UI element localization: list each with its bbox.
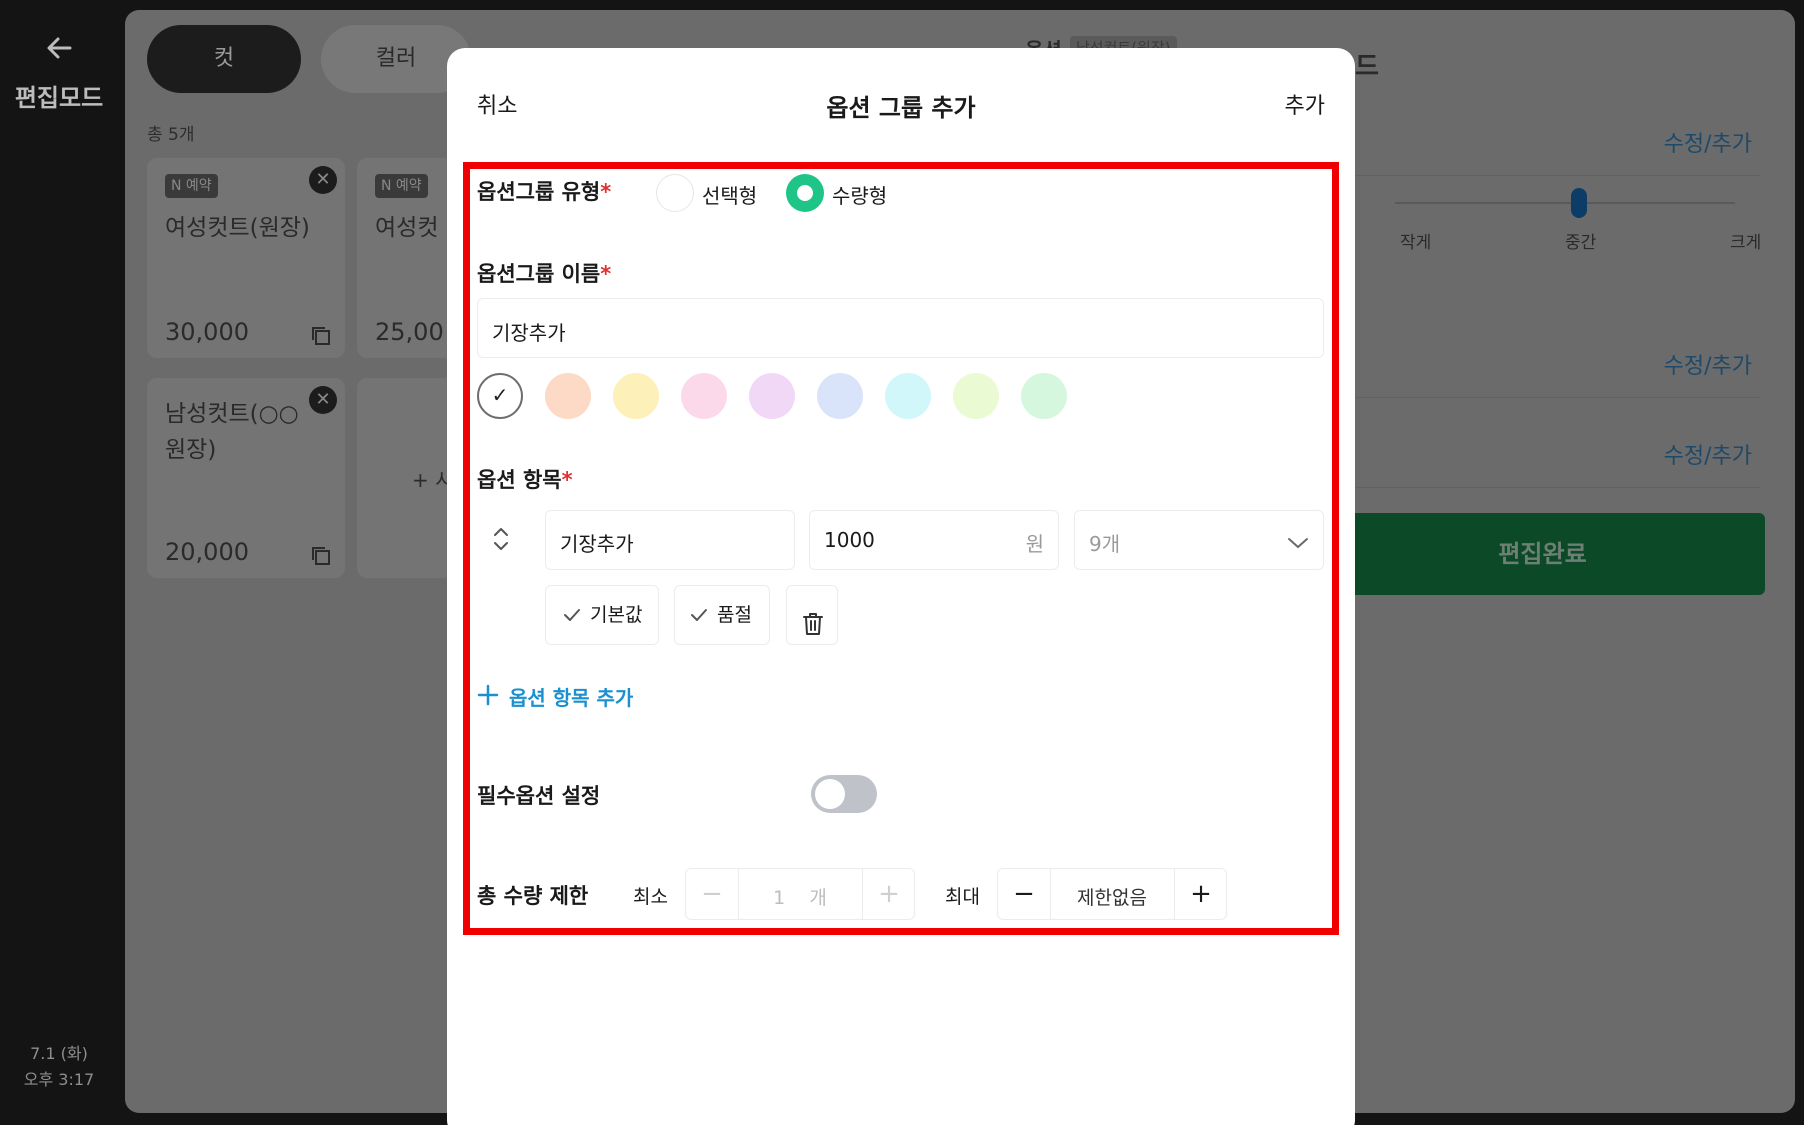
soldout-label: 품절: [717, 604, 752, 626]
max-stepper[interactable]: − 제한없음 +: [997, 868, 1227, 920]
quantity-value: 9개: [1089, 532, 1121, 556]
color-swatch[interactable]: [817, 373, 863, 419]
price-unit: 원: [1025, 532, 1044, 556]
option-item-price-value: 1000: [824, 528, 875, 552]
naver-reserve-badge: N 예약: [165, 174, 218, 198]
service-card[interactable]: 남성컷트(○○ 원장) 20,000 ✕: [147, 378, 345, 578]
group-type-label: 옵션그룹 유형*: [477, 176, 611, 206]
max-value[interactable]: 제한없음: [1050, 883, 1174, 910]
minus-icon[interactable]: −: [998, 869, 1050, 919]
required-option-toggle[interactable]: [811, 775, 877, 813]
naver-reserve-badge: N 예약: [375, 174, 428, 198]
add-option-item-label: 옵션 항목 추가: [509, 686, 634, 710]
required-mark: *: [561, 468, 573, 492]
color-swatch[interactable]: [545, 373, 591, 419]
min-value-unit: 개: [809, 887, 827, 909]
min-label: 최소: [633, 886, 668, 908]
plus-icon[interactable]: +: [1175, 869, 1227, 919]
group-name-input[interactable]: 기장추가: [477, 298, 1324, 358]
check-icon: [562, 586, 582, 667]
card-price: 20,000: [165, 538, 249, 566]
check-icon: [689, 586, 709, 667]
plus-icon: [477, 684, 499, 710]
default-value-toggle[interactable]: 기본값: [545, 585, 659, 645]
color-swatch[interactable]: [953, 373, 999, 419]
plus-icon[interactable]: +: [863, 869, 915, 919]
option-item-price-input[interactable]: 1000 원: [809, 510, 1059, 570]
option-group-modal: 취소 옵션 그룹 추가 추가 옵션그룹 유형* 선택형 수량형 옵션그룹 이름*…: [447, 48, 1355, 1125]
trash-icon: [801, 602, 825, 660]
minus-icon[interactable]: −: [686, 869, 738, 919]
card-name: 여성컷트(원장): [165, 215, 310, 241]
max-label: 최대: [945, 886, 980, 908]
option-items-label-text: 옵션 항목: [477, 468, 562, 492]
radio-quantity-type[interactable]: [786, 174, 824, 212]
close-icon[interactable]: ✕: [309, 166, 337, 194]
close-icon[interactable]: ✕: [309, 386, 337, 414]
default-value-label: 기본값: [590, 604, 643, 626]
copy-icon[interactable]: [311, 326, 331, 346]
tab-cut[interactable]: 컷: [147, 25, 301, 93]
item-count: 총 5개: [147, 125, 195, 145]
group-type-label-text: 옵션그룹 유형: [477, 180, 601, 204]
panel-row: 룹 수정/추가: [1320, 328, 1760, 398]
min-value[interactable]: 1 개: [738, 883, 862, 910]
radio-select-type-label[interactable]: 선택형: [702, 180, 757, 209]
size-slider-track[interactable]: [1395, 202, 1735, 204]
min-stepper[interactable]: − 1 개 +: [685, 868, 915, 920]
radio-quantity-type-label[interactable]: 수량형: [832, 180, 887, 209]
copy-icon[interactable]: [311, 546, 331, 566]
soldout-toggle[interactable]: 품절: [674, 585, 770, 645]
reorder-handle-icon[interactable]: [491, 524, 511, 554]
required-mark: *: [600, 180, 612, 204]
size-label-large: 크게: [1730, 233, 1762, 253]
card-name: 여성컷: [375, 215, 439, 241]
size-label-small: 작게: [1400, 233, 1432, 253]
color-swatch[interactable]: [681, 373, 727, 419]
card-price: 30,000: [165, 318, 249, 346]
size-label-medium: 중간: [1565, 233, 1597, 253]
panel-row: 수정/추가: [1320, 418, 1760, 488]
option-item-name-input[interactable]: 기장추가: [545, 510, 795, 570]
modal-title: 옵션 그룹 추가: [826, 94, 976, 122]
group-name-label: 옵션그룹 이름*: [477, 258, 611, 288]
service-card[interactable]: N 예약 여성컷트(원장) 30,000 ✕: [147, 158, 345, 358]
color-swatch[interactable]: [749, 373, 795, 419]
time-label: 오후 3:17: [23, 1070, 95, 1089]
delete-item-button[interactable]: [786, 585, 838, 645]
add-button[interactable]: 추가: [1285, 88, 1325, 120]
edit-add-link[interactable]: 수정/추가: [1664, 126, 1752, 158]
color-swatch[interactable]: [1021, 373, 1067, 419]
group-name-label-text: 옵션그룹 이름: [477, 262, 601, 286]
color-swatch[interactable]: [885, 373, 931, 419]
radio-select-type[interactable]: [656, 174, 694, 212]
total-limit-label: 총 수량 제한: [477, 884, 589, 908]
left-rail: 편집모드 7.1 (화) 오후 3:17: [0, 0, 125, 1125]
panel-title-partial: 드: [1355, 52, 1379, 82]
panel-row: 리 수정/추가: [1320, 106, 1760, 176]
edit-complete-button[interactable]: 편집완료: [1320, 513, 1765, 595]
edit-add-link[interactable]: 수정/추가: [1664, 438, 1752, 470]
option-item-quantity-select[interactable]: 9개: [1074, 510, 1324, 570]
chevron-down-icon: [1287, 531, 1309, 555]
edit-mode-label: 편집모드: [14, 84, 104, 112]
option-items-label: 옵션 항목*: [477, 464, 573, 494]
back-arrow-icon[interactable]: [40, 30, 80, 66]
required-mark: *: [600, 262, 612, 286]
color-swatch[interactable]: [477, 373, 523, 419]
card-price: 25,00: [375, 318, 444, 346]
color-swatch[interactable]: [613, 373, 659, 419]
edit-add-link[interactable]: 수정/추가: [1664, 348, 1752, 380]
date-label: 7.1 (화): [30, 1044, 88, 1063]
card-name: 남성컷트(○○ 원장): [165, 401, 299, 463]
min-value-number: 1: [773, 887, 786, 909]
required-option-label: 필수옵션 설정: [477, 784, 601, 808]
size-slider-knob[interactable]: [1571, 188, 1587, 218]
